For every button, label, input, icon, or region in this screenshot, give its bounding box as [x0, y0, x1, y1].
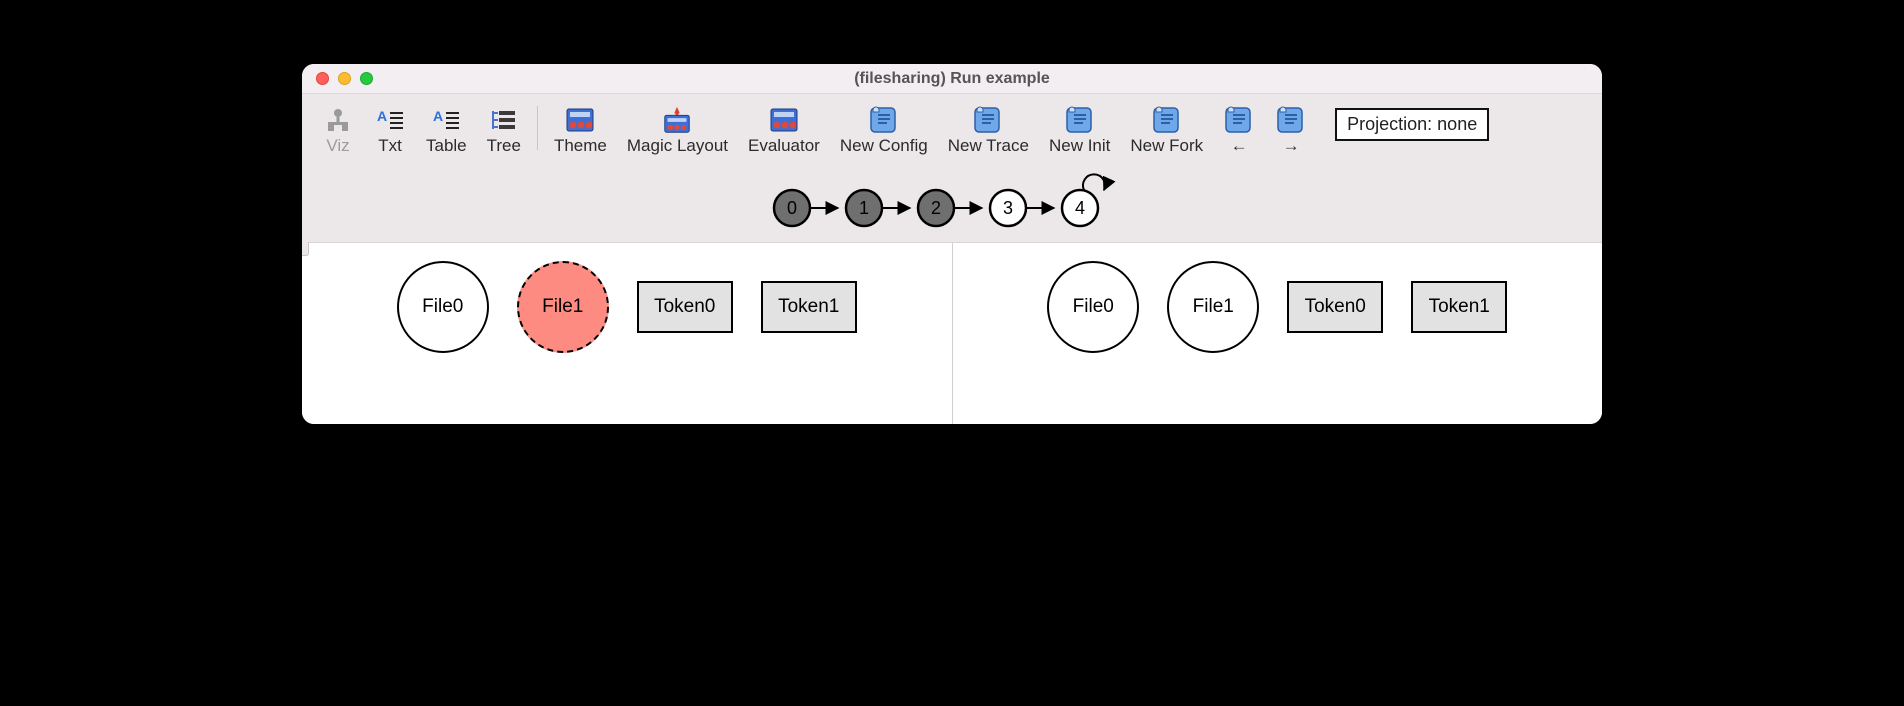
token-node[interactable]: Token0: [637, 281, 733, 333]
pane-row: File0 File1 Token0 Token1: [397, 261, 857, 353]
viz-button[interactable]: Viz: [312, 102, 364, 158]
token-node[interactable]: Token1: [1411, 281, 1507, 333]
node-label: Token1: [778, 296, 839, 318]
content: File0 File1 Token0 Token1 File0 File1 To…: [302, 242, 1602, 424]
txt-label: Txt: [378, 136, 402, 156]
toolbar: Viz A Txt A: [302, 94, 1602, 162]
token-node[interactable]: Token0: [1287, 281, 1383, 333]
trace-node-0[interactable]: 0: [774, 190, 810, 226]
txt-button[interactable]: A Txt: [364, 102, 416, 158]
file-node[interactable]: File0: [1047, 261, 1139, 353]
node-label: Token0: [1305, 296, 1366, 318]
theme-button[interactable]: Theme: [544, 102, 617, 158]
trace-graph: 0 1 2 3 4: [302, 162, 1602, 242]
window-title: (filesharing) Run example: [302, 70, 1602, 88]
trace-node-3[interactable]: 3: [990, 190, 1026, 226]
scroll-icon: [972, 104, 1004, 136]
svg-text:4: 4: [1075, 198, 1085, 218]
scroll-icon: [1275, 104, 1307, 136]
evaluator-label: Evaluator: [748, 136, 820, 156]
scroll-icon: [1151, 104, 1183, 136]
svg-text:A: A: [433, 108, 443, 124]
pane-tab[interactable]: [302, 242, 309, 256]
tree-icon: [488, 104, 520, 136]
table-button[interactable]: A Table: [416, 102, 477, 158]
node-label: File1: [542, 296, 583, 318]
svg-text:0: 0: [787, 198, 797, 218]
token-node[interactable]: Token1: [761, 281, 857, 333]
trace-node-2[interactable]: 2: [918, 190, 954, 226]
file-node-trashed[interactable]: File1: [517, 261, 609, 353]
node-label: Token0: [654, 296, 715, 318]
toolbar-row: Viz A Txt A: [312, 102, 1592, 158]
new-trace-button[interactable]: New Trace: [938, 102, 1039, 158]
back-label: ←: [1231, 136, 1248, 156]
table-label: Table: [426, 136, 467, 156]
svg-text:3: 3: [1003, 198, 1013, 218]
theme-icon: [564, 104, 596, 136]
evaluator-button[interactable]: Evaluator: [738, 102, 830, 158]
svg-text:2: 2: [931, 198, 941, 218]
svg-text:A: A: [377, 108, 387, 124]
viz-icon: [322, 104, 354, 136]
pane-left: File0 File1 Token0 Token1: [302, 243, 952, 424]
tree-label: Tree: [487, 136, 521, 156]
magic-layout-button[interactable]: Magic Layout: [617, 102, 738, 158]
pane-right: File0 File1 Token0 Token1: [952, 243, 1603, 424]
window: (filesharing) Run example Viz: [302, 64, 1602, 424]
scroll-icon: [1223, 104, 1255, 136]
node-label: File0: [1073, 296, 1114, 318]
new-trace-label: New Trace: [948, 136, 1029, 156]
node-label: Token1: [1429, 296, 1490, 318]
svg-text:1: 1: [859, 198, 869, 218]
zoom-window-button[interactable]: [360, 72, 373, 85]
traffic-lights: [302, 72, 373, 85]
titlebar: (filesharing) Run example: [302, 64, 1602, 94]
projection-label: Projection: none: [1347, 114, 1477, 134]
evaluator-icon: [768, 104, 800, 136]
new-fork-label: New Fork: [1130, 136, 1203, 156]
scroll-icon: [868, 104, 900, 136]
theme-label: Theme: [554, 136, 607, 156]
trace-node-1[interactable]: 1: [846, 190, 882, 226]
new-init-label: New Init: [1049, 136, 1110, 156]
magic-layout-label: Magic Layout: [627, 136, 728, 156]
new-config-button[interactable]: New Config: [830, 102, 938, 158]
scroll-icon: [1064, 104, 1096, 136]
forward-button[interactable]: →: [1265, 102, 1317, 158]
new-init-button[interactable]: New Init: [1039, 102, 1120, 158]
table-icon: A: [430, 104, 462, 136]
viz-label: Viz: [326, 136, 349, 156]
file-node[interactable]: File0: [397, 261, 489, 353]
back-button[interactable]: ←: [1213, 102, 1265, 158]
tree-button[interactable]: Tree: [477, 102, 531, 158]
node-label: File0: [422, 296, 463, 318]
pane-row: File0 File1 Token0 Token1: [1047, 261, 1507, 353]
projection-selector[interactable]: Projection: none: [1335, 108, 1489, 141]
forward-label: →: [1283, 136, 1300, 156]
close-window-button[interactable]: [316, 72, 329, 85]
new-config-label: New Config: [840, 136, 928, 156]
toolbar-separator: [537, 106, 538, 150]
file-node[interactable]: File1: [1167, 261, 1259, 353]
new-fork-button[interactable]: New Fork: [1120, 102, 1213, 158]
node-label: File1: [1193, 296, 1234, 318]
minimize-window-button[interactable]: [338, 72, 351, 85]
trace-node-4[interactable]: 4: [1062, 190, 1098, 226]
magic-layout-icon: [661, 104, 693, 136]
text-icon: A: [374, 104, 406, 136]
